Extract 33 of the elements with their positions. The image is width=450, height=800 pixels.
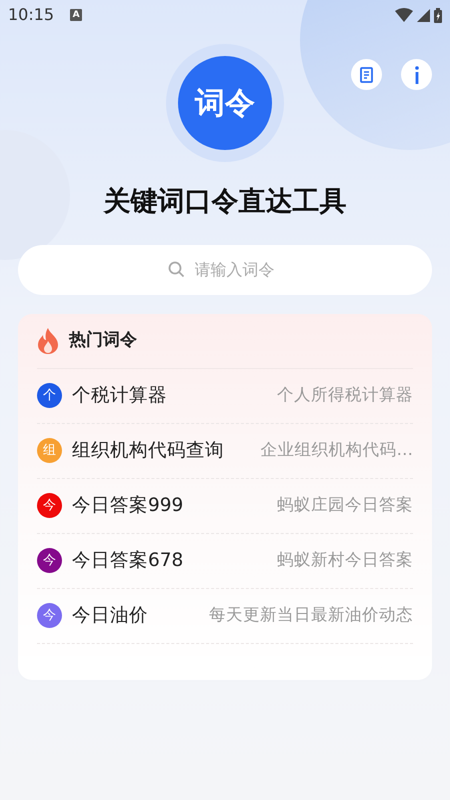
item-description: 蚂蚁新村今日答案 (277, 549, 413, 572)
command-item[interactable]: 今 今日答案678 蚂蚁新村今日答案 (37, 534, 413, 588)
item-badge: 个 (37, 383, 62, 408)
item-description: 个人所得税计算器 (277, 384, 413, 406)
command-item[interactable]: 组 组织机构代码查询 企业组织机构代码… (37, 424, 413, 478)
status-time: 10:15 (8, 4, 54, 26)
command-item[interactable]: 今 今日答案999 蚂蚁庄园今日答案 (37, 478, 413, 534)
battery-icon (434, 8, 442, 22)
app-logo: 词令 (178, 56, 272, 150)
item-name: 组织机构代码查询 (72, 438, 224, 463)
search-icon (168, 261, 184, 278)
item-badge: 今 (37, 603, 62, 628)
item-badge: 今 (37, 493, 62, 518)
notification-icon: A (70, 9, 82, 21)
info-icon (414, 66, 420, 84)
app-title: 关键词口令直达工具 (102, 185, 348, 219)
item-badge: 组 (37, 438, 62, 463)
document-icon (358, 66, 374, 82)
wifi-icon (395, 8, 413, 22)
command-item[interactable]: 个 个税计算器 个人所得税计算器 (37, 368, 413, 424)
item-name: 今日答案678 (72, 548, 184, 573)
item-description: 每天更新当日最新油价动态 (209, 604, 413, 626)
item-description: 蚂蚁庄园今日答案 (277, 494, 413, 516)
search-input[interactable]: 请输入词令 (192, 256, 282, 282)
item-badge: 今 (37, 548, 62, 573)
command-item[interactable]: 今 今日油价 每天更新当日最新油价动态 (37, 588, 413, 644)
item-name: 今日油价 (72, 604, 148, 628)
section-title: 热门词令 (69, 328, 137, 352)
flame-icon (37, 328, 59, 354)
item-description: 企业组织机构代码… (260, 439, 413, 462)
item-name: 今日答案999 (72, 494, 184, 518)
item-name: 个税计算器 (72, 384, 167, 408)
signal-icon (417, 8, 430, 22)
